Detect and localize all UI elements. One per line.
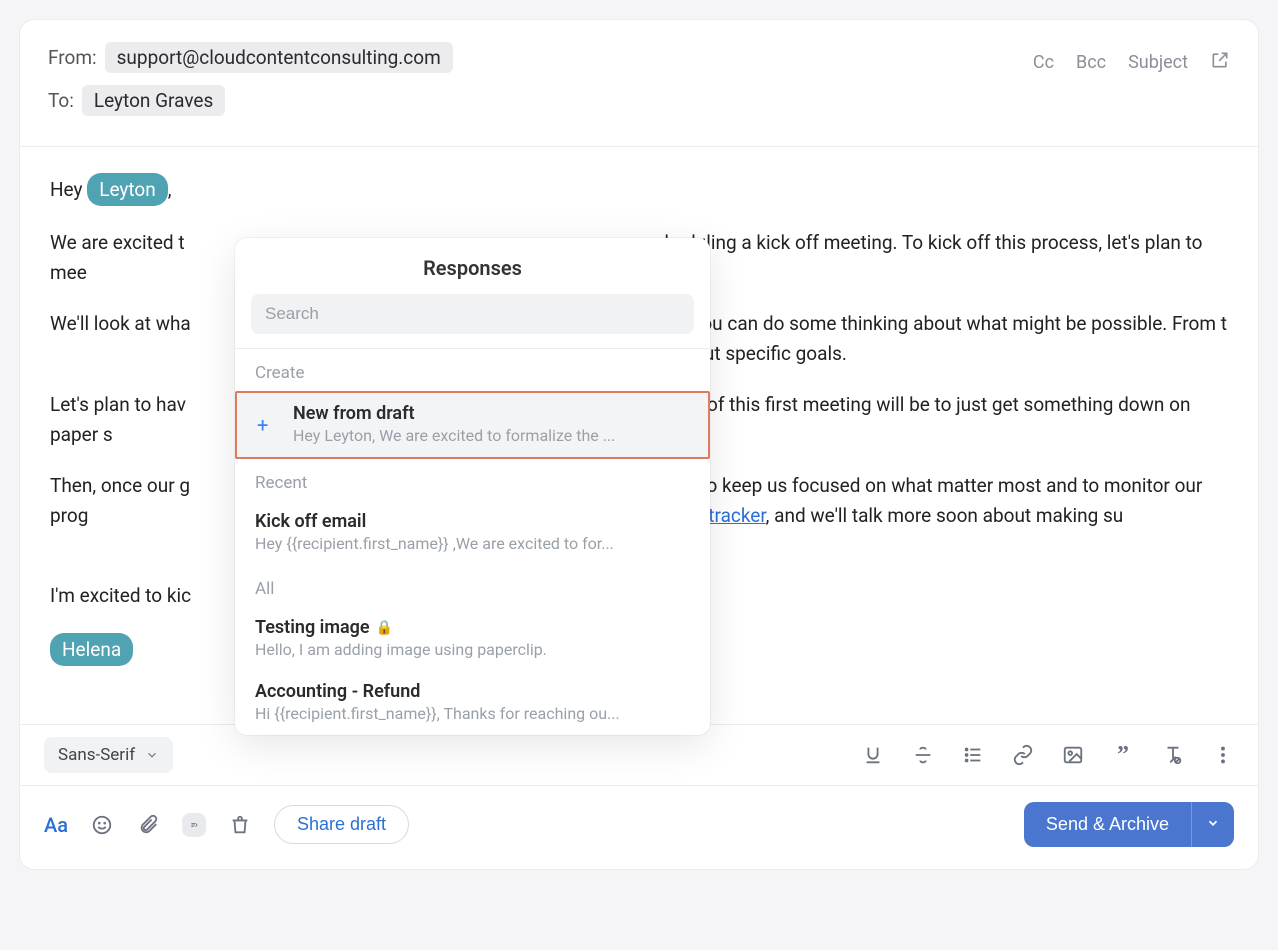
compose-card: From: support@cloudcontentconsulting.com… — [20, 20, 1258, 869]
popup-title: Responses — [235, 238, 710, 294]
response-new-from-draft[interactable]: + New from draft Hey Leyton, We are exci… — [235, 391, 710, 459]
chevron-down-icon — [145, 748, 159, 762]
plus-icon: + — [257, 413, 268, 437]
response-testing-image[interactable]: Testing image 🔒 Hello, I am adding image… — [235, 607, 710, 671]
to-label: To: — [48, 89, 74, 112]
response-accounting-refund[interactable]: Accounting - Refund Hi {{recipient.first… — [235, 671, 710, 735]
share-draft-button[interactable]: Share draft — [274, 805, 409, 844]
p2b: hat you can do some thinking about what … — [661, 312, 1227, 335]
p4a: Then, once our g — [50, 474, 190, 497]
link-icon[interactable] — [1012, 744, 1034, 766]
responses-popup: Responses Create + New from draft Hey Le… — [235, 238, 710, 735]
refund-sub: Hi {{recipient.first_name}}, Thanks for … — [255, 704, 690, 723]
underline-icon[interactable] — [862, 744, 884, 766]
trash-icon[interactable] — [228, 813, 252, 837]
kickoff-sub: Hey {{recipient.first_name}} ,We are exc… — [255, 534, 690, 553]
image-icon[interactable] — [1062, 744, 1084, 766]
from-label: From: — [48, 46, 97, 69]
new-from-draft-sub: Hey Leyton, We are excited to formalize … — [293, 426, 688, 445]
section-create: Create — [235, 349, 710, 391]
p2a: We'll look at wha — [50, 312, 191, 335]
send-archive-button[interactable]: Send & Archive — [1024, 802, 1191, 847]
greeting-pre: Hey — [50, 178, 87, 201]
subject-button[interactable]: Subject — [1128, 52, 1188, 73]
send-group: Send & Archive — [1024, 802, 1234, 847]
list-icon[interactable] — [962, 744, 984, 766]
strikethrough-icon[interactable] — [912, 744, 934, 766]
section-all: All — [235, 565, 710, 607]
send-options-button[interactable] — [1191, 802, 1234, 847]
testing-title: Testing image — [255, 617, 370, 638]
header-meta: Cc Bcc Subject — [1033, 50, 1230, 75]
section-recent: Recent — [235, 459, 710, 501]
popout-icon[interactable] — [1210, 50, 1230, 75]
to-chip[interactable]: Leyton Graves — [82, 85, 225, 116]
greeting-post: , — [168, 178, 172, 201]
bcc-button[interactable]: Bcc — [1076, 52, 1106, 73]
refund-title: Accounting - Refund — [255, 681, 690, 702]
templates-icon[interactable] — [182, 813, 206, 837]
testing-sub: Hello, I am adding image using paperclip… — [255, 640, 690, 659]
text-format-icon[interactable]: Aa — [44, 813, 68, 837]
quote-icon[interactable]: ” — [1112, 744, 1134, 766]
from-chip[interactable]: support@cloudcontentconsulting.com — [105, 42, 453, 73]
p1a: We are excited t — [50, 231, 185, 254]
bottom-bar: Aa Share draft Send & Archive — [20, 785, 1258, 869]
response-kickoff[interactable]: Kick off email Hey {{recipient.first_nam… — [235, 501, 710, 565]
lock-icon: 🔒 — [376, 620, 393, 636]
new-from-draft-title: New from draft — [293, 403, 688, 424]
more-format-icon[interactable] — [1212, 744, 1234, 766]
attach-icon[interactable] — [136, 813, 160, 837]
font-select[interactable]: Sans-Serif — [44, 737, 173, 773]
greeting-name-pill[interactable]: Leyton — [87, 173, 168, 206]
signature-pill[interactable]: Helena — [50, 633, 133, 666]
p3a: Let's plan to hav — [50, 393, 186, 416]
font-name: Sans-Serif — [58, 745, 135, 765]
chevron-down-icon — [1206, 816, 1220, 830]
p4d: , and we'll talk more soon about making … — [766, 504, 1124, 527]
emoji-icon[interactable] — [90, 813, 114, 837]
kickoff-title: Kick off email — [255, 511, 690, 532]
cc-button[interactable]: Cc — [1033, 52, 1054, 73]
compose-header: From: support@cloudcontentconsulting.com… — [20, 20, 1258, 147]
responses-search-input[interactable] — [251, 294, 694, 334]
clear-format-icon[interactable] — [1162, 744, 1184, 766]
